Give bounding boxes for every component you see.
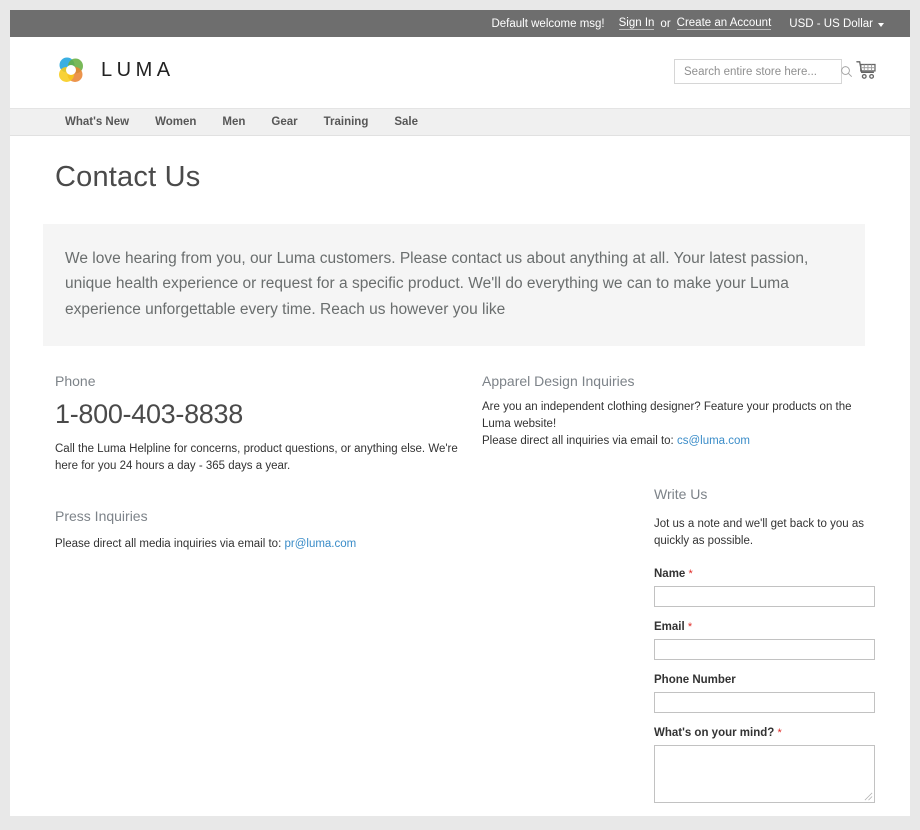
search-box[interactable] [674,59,853,84]
nav-item-whats-new[interactable]: What's New [55,116,142,128]
welcome-message: Default welcome msg! [491,17,605,30]
field-comment: What's on your mind? * [654,727,875,804]
logo-link[interactable]: LUMA [55,54,175,86]
top-utility-bar: Default welcome msg! Sign In or Create a… [10,10,910,37]
search-icon[interactable] [840,65,853,78]
press-heading: Press Inquiries [55,507,148,524]
apparel-email-link[interactable]: cs@luma.com [677,435,750,447]
nav-item-training[interactable]: Training [311,116,382,128]
apparel-description: Are you an independent clothing designer… [482,399,870,449]
nav-item-men[interactable]: Men [209,116,258,128]
name-label-text: Name [654,568,686,581]
phone-number: 1-800-403-8838 [55,399,243,430]
apparel-section: Apparel Design Inquiries Are you an inde… [482,373,870,449]
name-required-mark: * [688,568,693,581]
or-separator: or [660,17,671,30]
currency-switcher-label: USD - US Dollar [789,17,873,30]
cart-button[interactable] [854,57,880,83]
email-required-mark: * [687,621,693,634]
site-header: LUMA [10,37,910,108]
comment-label: What's on your mind? * [654,727,875,739]
search-input[interactable] [682,64,840,79]
intro-block: We love hearing from you, our Luma custo… [43,224,865,347]
field-email: Email * [654,621,875,661]
chevron-down-icon [878,22,884,27]
page-root: Default welcome msg! Sign In or Create a… [0,0,920,830]
press-section: Press Inquiries Please direct all media … [55,508,473,553]
nav-item-sale[interactable]: Sale [381,116,431,128]
apparel-heading: Apparel Design Inquiries [482,373,635,390]
phone-label: Phone Number [654,674,875,686]
main-navigation: What's New Women Men Gear Training Sale [10,108,910,136]
form-note: Jot us a note and we'll get back to you … [654,518,864,547]
press-description: Please direct all media inquiries via em… [55,536,473,553]
email-input[interactable] [654,639,875,661]
page-title: Contact Us [55,161,201,193]
press-email-link[interactable]: pr@luma.com [284,538,356,550]
phone-heading: Phone [55,373,96,390]
browser-page: Default welcome msg! Sign In or Create a… [10,10,910,816]
currency-switcher[interactable]: USD - US Dollar [789,18,884,30]
nav-item-women[interactable]: Women [142,116,209,128]
sign-in-link[interactable]: Sign In [618,17,655,30]
shopping-cart-icon [856,61,876,79]
write-us-form: Write Us Jot us a note and we'll get bac… [654,486,875,816]
email-label-text: Email [654,621,685,634]
field-name: Name * [654,568,875,608]
apparel-line2: Please direct all inquiries via email to… [482,434,674,447]
phone-section: Phone 1-800-403-8838 Call the Luma Helpl… [55,373,473,474]
field-phone: Phone Number [654,674,875,714]
contact-column-left: Phone 1-800-403-8838 Call the Luma Helpl… [55,373,473,552]
email-label: Email * [654,621,875,633]
phone-description: Call the Luma Helpline for concerns, pro… [55,443,458,472]
comment-textarea-wrap [654,745,875,804]
name-label: Name * [654,568,875,580]
form-title: Write Us [654,486,708,502]
apparel-line1: Are you an independent clothing designer… [482,401,852,430]
phone-input[interactable] [654,692,875,714]
name-input[interactable] [654,586,875,608]
nav-item-gear[interactable]: Gear [258,116,310,128]
logo-text: LUMA [101,58,175,81]
main-content: Contact Us We love hearing from you, our… [10,136,910,816]
comment-label-text: What's on your mind? [654,727,775,740]
press-text: Please direct all media inquiries via em… [55,537,282,550]
create-account-link[interactable]: Create an Account [676,17,772,30]
comment-textarea[interactable] [654,745,875,804]
luma-flower-icon [59,57,83,82]
phone-label-text: Phone Number [654,674,736,687]
comment-required-mark: * [777,727,782,740]
